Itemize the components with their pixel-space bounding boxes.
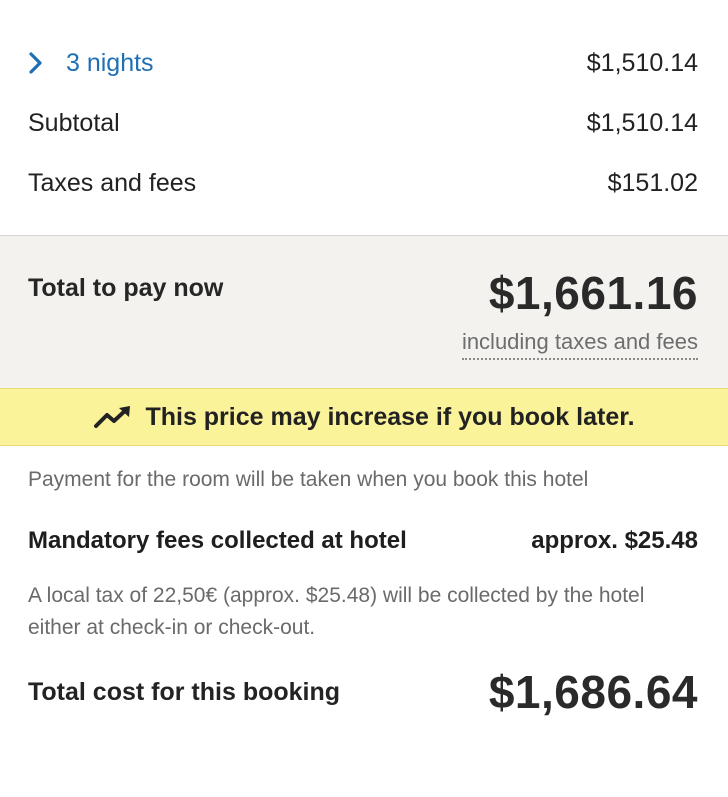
chevron-right-icon xyxy=(28,49,56,77)
subtotal-amount: $1,510.14 xyxy=(586,108,698,137)
taxes-row: Taxes and fees $151.02 xyxy=(0,153,728,213)
nights-label: 3 nights xyxy=(66,48,154,77)
trending-up-icon xyxy=(93,403,135,431)
taxes-amount: $151.02 xyxy=(607,168,698,197)
nights-toggle[interactable]: 3 nights xyxy=(28,49,154,78)
taxes-label: Taxes and fees xyxy=(28,168,197,197)
pay-now-box: Total to pay now $1,661.16 including tax… xyxy=(0,235,728,388)
subtotal-row: Subtotal $1,510.14 xyxy=(0,93,728,153)
taxes-fees-tooltip-link[interactable]: including taxes and fees xyxy=(461,329,698,360)
nights-row: 3 nights $1,510.14 xyxy=(0,33,728,93)
total-booking-row: Total cost for this booking $1,686.64 xyxy=(0,665,728,719)
pay-now-amount: $1,661.16 xyxy=(488,267,698,319)
price-summary: 3 nights $1,510.14 Subtotal $1,510.14 Ta… xyxy=(0,33,728,719)
mandatory-fees-row: Mandatory fees collected at hotel approx… xyxy=(0,527,728,555)
pay-now-label: Total to pay now xyxy=(28,274,224,302)
payment-note: Payment for the room will be taken when … xyxy=(28,468,589,491)
nights-amount: $1,510.14 xyxy=(586,48,698,77)
mandatory-fees-amount: approx. $25.48 xyxy=(531,527,698,554)
total-booking-amount: $1,686.64 xyxy=(488,666,698,718)
subtotal-label: Subtotal xyxy=(28,108,120,137)
price-alert-text: This price may increase if you book late… xyxy=(145,402,635,431)
price-alert-banner: This price may increase if you book late… xyxy=(0,388,728,446)
mandatory-fees-label: Mandatory fees collected at hotel xyxy=(28,527,407,554)
total-booking-label: Total cost for this booking xyxy=(28,677,341,706)
local-tax-note: A local tax of 22,50€ (approx. $25.48) w… xyxy=(28,584,645,639)
